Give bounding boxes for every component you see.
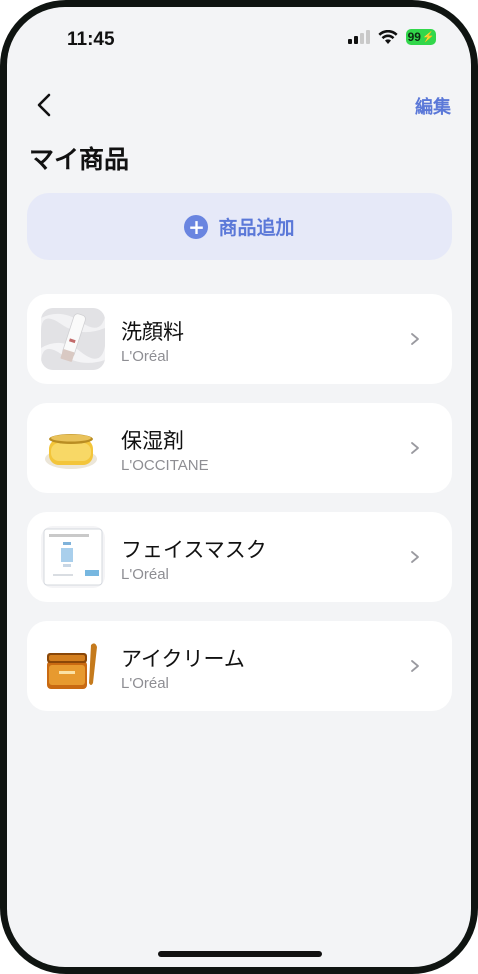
add-product-label: 商品追加 — [218, 217, 295, 239]
chevron-right-icon — [411, 442, 419, 454]
edit-button[interactable]: 編集 — [415, 93, 451, 119]
screen: 11:45 99 ⚡ 編集 マイ商品 + 商品追加 洗顔料 L'Oréal 保湿… — [7, 7, 471, 967]
product-name: 保湿剤 — [121, 429, 184, 453]
plus-circle-icon: + — [184, 214, 209, 239]
status-icons: 99 ⚡ — [348, 29, 436, 45]
cleanser-thumbnail — [41, 308, 105, 370]
face-mask-thumbnail — [41, 526, 105, 588]
volume-down-button — [0, 316, 3, 386]
add-product-button[interactable]: + 商品追加 — [27, 193, 452, 260]
chevron-right-icon — [411, 660, 419, 672]
product-name: アイクリーム — [121, 647, 245, 671]
phone-frame: 11:45 99 ⚡ 編集 マイ商品 + 商品追加 洗顔料 L'Oréal 保湿… — [0, 0, 478, 974]
back-button[interactable] — [31, 91, 59, 119]
chevron-left-icon — [37, 93, 51, 117]
product-brand: L'Oréal — [121, 348, 169, 365]
product-name: フェイスマスク — [121, 538, 267, 562]
eye-cream-thumbnail — [41, 635, 105, 697]
battery-icon: 99 ⚡ — [406, 29, 436, 45]
status-time: 11:45 — [67, 29, 115, 50]
moisturizer-thumbnail — [41, 417, 105, 479]
mute-switch — [0, 150, 3, 194]
product-card-eye-cream[interactable]: アイクリーム L'Oréal — [27, 621, 452, 711]
product-card-cleanser[interactable]: 洗顔料 L'Oréal — [27, 294, 452, 384]
charging-icon: ⚡ — [421, 31, 435, 43]
product-brand: L'Oréal — [121, 566, 169, 583]
product-name: 洗顔料 — [121, 320, 184, 344]
chevron-right-icon — [411, 551, 419, 563]
chevron-right-icon — [411, 333, 419, 345]
page-title: マイ商品 — [29, 145, 130, 174]
home-indicator[interactable] — [158, 951, 322, 957]
product-brand: L'Oréal — [121, 675, 169, 692]
cellular-signal-icon — [348, 30, 370, 44]
product-card-face-mask[interactable]: フェイスマスク L'Oréal — [27, 512, 452, 602]
battery-level: 99 — [407, 30, 421, 44]
volume-up-button — [0, 224, 3, 294]
wifi-icon — [378, 29, 398, 45]
product-card-moisturizer[interactable]: 保湿剤 L'OCCITANE — [27, 403, 452, 493]
product-brand: L'OCCITANE — [121, 457, 209, 474]
